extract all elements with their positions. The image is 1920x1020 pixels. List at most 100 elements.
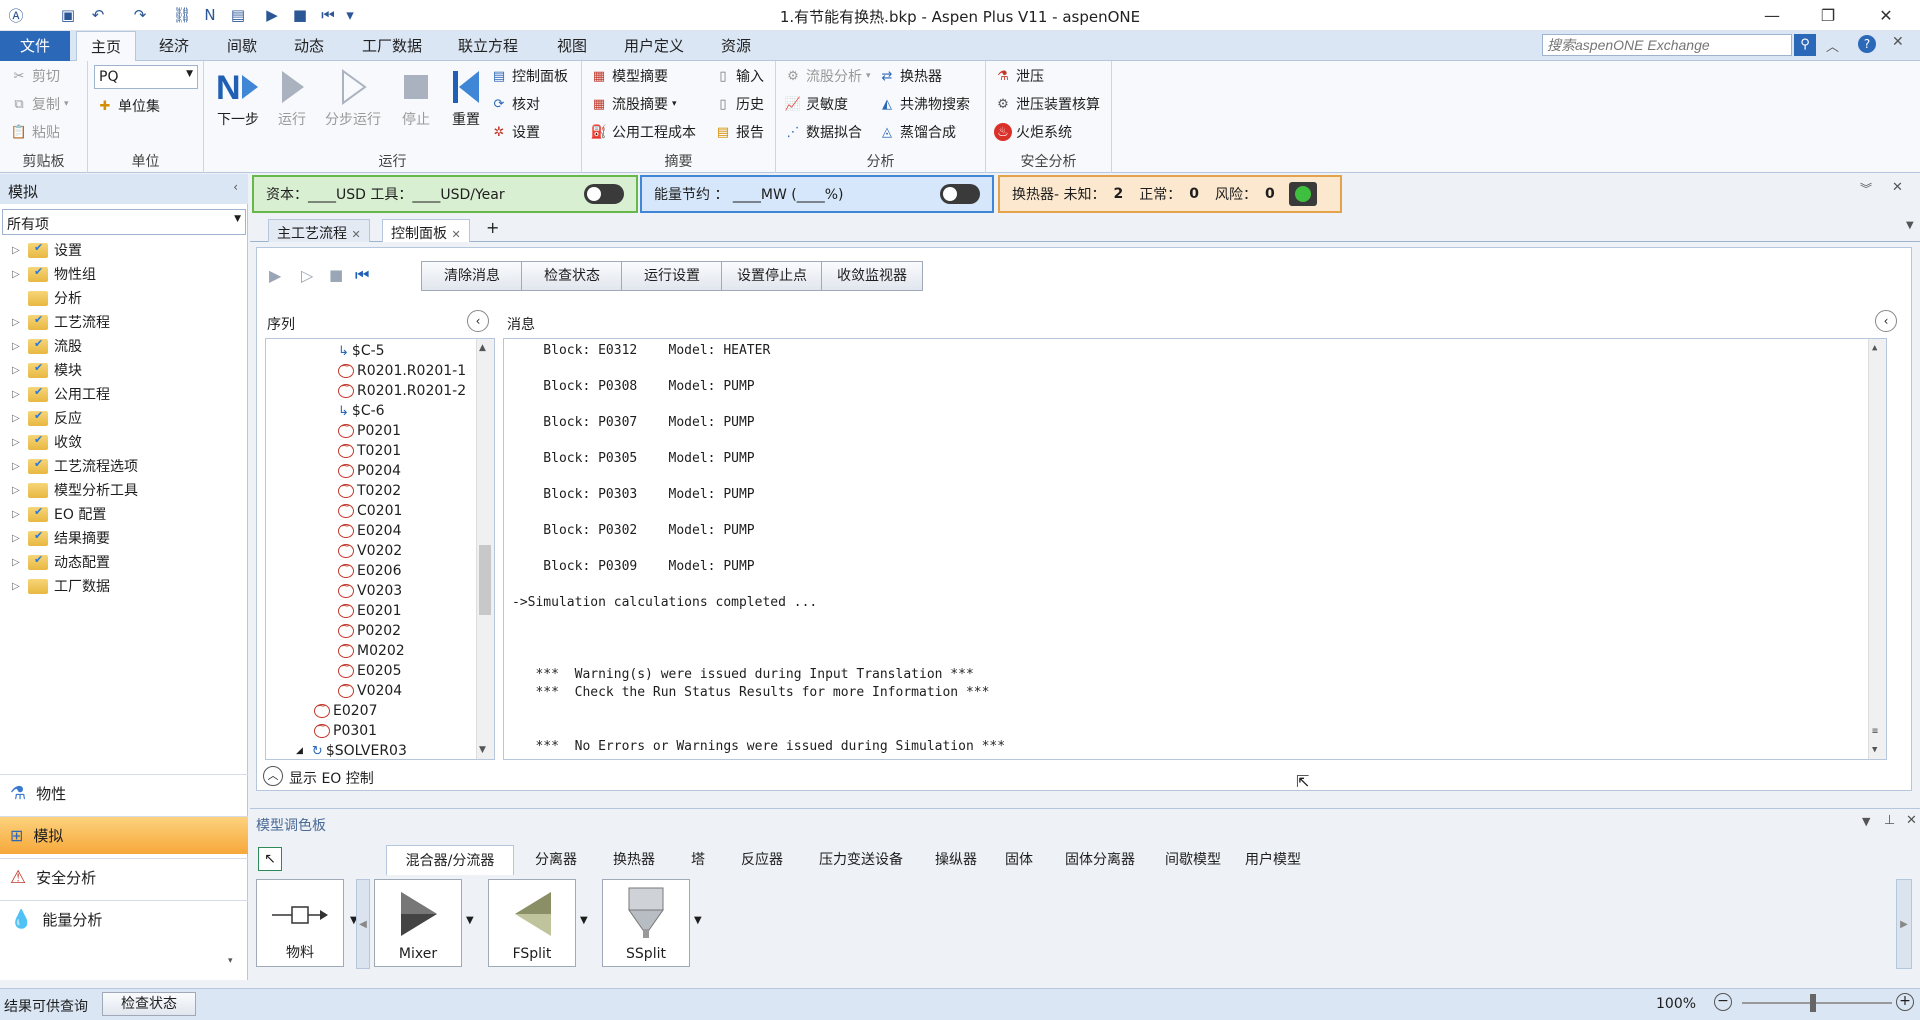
step-button[interactable]: 分步运行 xyxy=(320,65,386,129)
set-breakpoint-button[interactable]: 设置停止点 xyxy=(721,261,823,291)
sequence-item[interactable]: V0203 xyxy=(338,579,402,601)
nav-properties-button[interactable]: ⚗ 物性 xyxy=(0,774,248,812)
tree-item[interactable]: ▷ 流股 xyxy=(12,335,82,357)
expand-arrow-icon[interactable]: ▷ xyxy=(12,461,22,472)
heat-exchanger-button[interactable]: ⇄ 换热器 xyxy=(878,65,942,87)
expand-arrow-icon[interactable]: ▷ xyxy=(12,533,22,544)
expand-arrow-icon[interactable]: ▷ xyxy=(12,557,22,568)
unit-set-select[interactable]: PQ ▼ xyxy=(94,65,198,89)
stop-button[interactable]: 停止 xyxy=(390,65,442,129)
sequence-item[interactable]: E0207 xyxy=(314,699,377,721)
tree-item[interactable]: ▷ 设置 xyxy=(12,239,82,261)
expand-arrow-icon[interactable]: ▷ xyxy=(12,389,22,400)
sequence-item[interactable]: R0201.R0201-2 xyxy=(338,379,466,401)
tab-file[interactable]: 文件 xyxy=(0,31,70,61)
sequence-item[interactable]: P0201 xyxy=(338,419,401,441)
stream-summary-button[interactable]: ▦ 流股摘要 ▾ xyxy=(590,93,677,115)
close-ribbon-icon[interactable]: ✕ xyxy=(1892,34,1904,50)
palette-tab-solids-separators[interactable]: 固体分离器 xyxy=(1052,845,1148,875)
tab-dynamics[interactable]: 动态 xyxy=(279,31,339,61)
clear-messages-button[interactable]: 清除消息 xyxy=(421,261,523,291)
input-button[interactable]: ▯ 输入 xyxy=(714,65,764,87)
search-icon[interactable]: ⚲ xyxy=(1794,34,1816,56)
messages-scrollbar[interactable]: ▲ ≡ ▼ xyxy=(1868,339,1886,759)
palette-scroll-right[interactable]: ▶ xyxy=(1896,879,1912,969)
tree-item[interactable]: ▷ 工艺流程 xyxy=(12,311,110,333)
model-summary-button[interactable]: ▦ 模型摘要 xyxy=(590,65,668,87)
run-settings-button[interactable]: ✲ 设置 xyxy=(490,121,540,143)
paste-button[interactable]: 📋 粘贴 xyxy=(10,121,60,143)
hx-status-button[interactable] xyxy=(1288,182,1317,206)
sequence-scrollbar[interactable]: ▲ ▼ xyxy=(476,339,494,759)
zoom-in-icon[interactable]: + xyxy=(1896,993,1914,1011)
collapse-ribbon-icon[interactable]: ︿ xyxy=(1826,36,1839,55)
palette-tab-manipulators[interactable]: 操纵器 xyxy=(926,845,986,875)
copy-button[interactable]: ⧉ 复制 ▾ xyxy=(10,93,68,115)
palette-tab-solids[interactable]: 固体 xyxy=(996,845,1042,875)
fsplit-dropdown-icon[interactable]: ▼ xyxy=(580,915,588,926)
tab-list-icon[interactable]: ▼ xyxy=(1906,220,1914,231)
tab-customize[interactable]: 用户定义 xyxy=(614,31,694,61)
close-bar-icon[interactable]: ✕ xyxy=(1892,180,1903,195)
tree-item[interactable]: ▷ 公用工程 xyxy=(12,383,110,405)
sequence-item[interactable]: T0202 xyxy=(338,479,401,501)
collapse-arrow-icon[interactable]: ◢ xyxy=(296,746,303,756)
data-fit-button[interactable]: ⋰ 数据拟合 xyxy=(784,121,863,143)
zoom-out-icon[interactable]: − xyxy=(1714,993,1732,1011)
step-icon[interactable]: ▷ xyxy=(301,266,313,285)
ssplit-dropdown-icon[interactable]: ▼ xyxy=(694,915,702,926)
collapse-messages-icon[interactable]: ‹ xyxy=(1875,310,1897,332)
expand-arrow-icon[interactable]: ▷ xyxy=(12,437,22,448)
check-status-button[interactable]: 检查状态 xyxy=(521,261,623,291)
energy-toggle[interactable] xyxy=(940,184,980,204)
sequence-item[interactable]: ↳ $C-6 xyxy=(338,401,385,421)
utility-cost-button[interactable]: ⛽ 公用工程成本 xyxy=(590,121,696,143)
select-pointer-icon[interactable]: ↖ xyxy=(258,847,282,871)
flare-system-button[interactable]: ♨ 火炬系统 xyxy=(994,121,1072,143)
palette-tab-pressure-changers[interactable]: 压力变送设备 xyxy=(806,845,916,875)
expand-arrow-icon[interactable]: ▷ xyxy=(12,341,22,352)
sequence-item[interactable]: ↳ $C-5 xyxy=(338,341,385,361)
sequence-item[interactable]: V0202 xyxy=(338,539,402,561)
distillation-synthesis-button[interactable]: ◬ 蒸馏合成 xyxy=(878,121,956,143)
tree-item[interactable]: ▷ 收敛 xyxy=(12,431,82,453)
expand-arrow-icon[interactable]: ▷ xyxy=(12,413,22,424)
tab-resources[interactable]: 资源 xyxy=(706,31,766,61)
sequence-item[interactable]: T0201 xyxy=(338,439,401,461)
close-palette-icon[interactable]: ✕ xyxy=(1906,813,1917,828)
tab-economics[interactable]: 经济 xyxy=(144,31,204,61)
palette-tab-batch-models[interactable]: 间歇模型 xyxy=(1158,845,1228,875)
close-tab-icon[interactable]: ✕ xyxy=(351,228,360,241)
sequence-item[interactable]: C0201 xyxy=(338,499,402,521)
palette-scroll-left[interactable]: ◀ xyxy=(356,879,370,969)
reconcile-button[interactable]: ⟳ 核对 xyxy=(490,93,540,115)
tree-item[interactable]: ▷ 模块 xyxy=(12,359,82,381)
tree-item[interactable]: ▷ 动态配置 xyxy=(12,551,110,573)
expand-arrow-icon[interactable]: ▷ xyxy=(12,269,22,280)
tree-item[interactable]: ▷ 模型分析工具 xyxy=(12,479,138,501)
sequence-item[interactable]: P0301 xyxy=(314,719,377,741)
stream-analysis-button[interactable]: ⚙ 流股分析 ▾ xyxy=(784,65,870,87)
tab-equation-oriented[interactable]: 联立方程 xyxy=(448,31,528,61)
tab-plant-data[interactable]: 工厂数据 xyxy=(352,31,432,61)
palette-tab-columns[interactable]: 塔 xyxy=(678,845,718,875)
expand-arrow-icon[interactable]: ▷ xyxy=(12,245,22,256)
sequence-item[interactable]: E0201 xyxy=(338,599,401,621)
expand-arrow-icon[interactable]: ▷ xyxy=(12,317,22,328)
tab-control-panel[interactable]: 控制面板 ✕ xyxy=(382,219,470,242)
palette-item-mixer[interactable]: Mixer xyxy=(374,879,462,967)
sensitivity-button[interactable]: 📈 灵敏度 xyxy=(784,93,848,115)
close-tab-icon[interactable]: ✕ xyxy=(451,228,460,241)
tree-item[interactable]: ▷ EO 配置 xyxy=(12,503,106,525)
palette-item-material-stream[interactable]: 物料 xyxy=(256,879,344,967)
sequence-item[interactable]: E0204 xyxy=(338,519,401,541)
palette-tab-reactors[interactable]: 反应器 xyxy=(728,845,796,875)
tab-view[interactable]: 视图 xyxy=(542,31,602,61)
collapse-sequence-icon[interactable]: ‹ xyxy=(467,310,489,332)
relief-rating-button[interactable]: ⚙ 泄压装置核算 xyxy=(994,93,1100,115)
check-status-button[interactable]: 检查状态 xyxy=(102,992,196,1016)
unit-sets-button[interactable]: ✚ 单位集 xyxy=(96,95,160,117)
tab-home[interactable]: 主页 xyxy=(76,31,136,62)
tree-item[interactable]: ▷ 工厂数据 xyxy=(12,575,110,597)
tree-item[interactable]: ▷ 物性组 xyxy=(12,263,96,285)
